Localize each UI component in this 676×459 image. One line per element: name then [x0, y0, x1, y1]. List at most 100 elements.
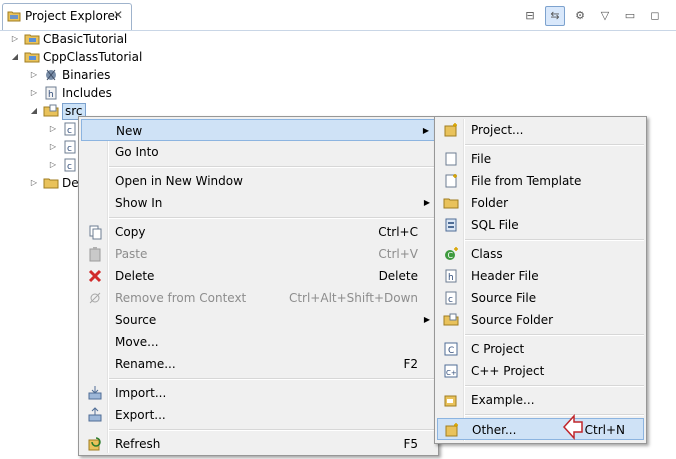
- menu-item-example[interactable]: Example...: [437, 389, 644, 411]
- sql-file-icon: [445, 218, 457, 232]
- menu-item-folder[interactable]: Folder: [437, 192, 644, 214]
- maximize-button[interactable]: ◻: [645, 6, 665, 26]
- menu-item-label: Remove from Context: [115, 291, 247, 305]
- menu-item-paste: Paste Ctrl+V: [81, 243, 436, 265]
- menu-separator: [109, 217, 436, 219]
- menu-item-label: Paste: [115, 247, 148, 261]
- c-file-icon: c: [64, 122, 76, 136]
- collapsed-twisty-icon[interactable]: ▷: [48, 120, 58, 138]
- svg-text:h: h: [448, 273, 454, 283]
- menu-item-copy[interactable]: Copy Ctrl+C: [81, 221, 436, 243]
- menu-item-label: Export...: [115, 408, 166, 422]
- menu-item-refresh[interactable]: Refresh F5: [81, 433, 436, 455]
- submenu-arrow-icon: ▶: [423, 198, 430, 207]
- menu-item-label: C Project: [471, 342, 525, 356]
- menu-item-shortcut: Ctrl+C: [378, 225, 418, 239]
- menu-item-label: New: [116, 124, 143, 138]
- collapse-all-button[interactable]: ⊟: [520, 6, 540, 26]
- expanded-twisty-icon[interactable]: ◢: [10, 48, 20, 66]
- menu-item-label: File from Template: [471, 174, 582, 188]
- menu-item-import[interactable]: Import...: [81, 382, 436, 404]
- menu-item-new[interactable]: New ▶: [81, 119, 436, 141]
- menu-item-header-file[interactable]: h Header File: [437, 265, 644, 287]
- menu-item-other[interactable]: Other... Ctrl+N: [437, 418, 644, 440]
- header-file-icon: h: [443, 268, 459, 284]
- remove-context-icon: [89, 292, 101, 304]
- menu-item-label: Class: [471, 247, 503, 261]
- class-icon: C: [445, 247, 458, 260]
- menu-item-open-in-new-window[interactable]: Open in New Window: [81, 170, 436, 192]
- export-icon: [88, 407, 102, 422]
- submenu-arrow-icon: ▶: [422, 126, 429, 135]
- example-icon: [444, 395, 457, 407]
- menu-item-label: C++ Project: [471, 364, 545, 378]
- menu-item-label: Header File: [471, 269, 539, 283]
- class-icon: C: [443, 246, 459, 262]
- close-icon[interactable]: ✕: [113, 8, 123, 22]
- menu-item-shortcut: F2: [403, 357, 418, 371]
- menu-item-project[interactable]: Project...: [437, 119, 644, 141]
- menu-item-remove-from-context: Remove from Context Ctrl+Alt+Shift+Down: [81, 287, 436, 309]
- menu-separator: [465, 334, 644, 336]
- menu-item-sql-file[interactable]: SQL File: [437, 214, 644, 236]
- svg-text:c: c: [67, 162, 72, 172]
- minimize-button[interactable]: ▭: [620, 6, 640, 26]
- c-project-icon: C: [443, 341, 459, 357]
- menu-item-show-in[interactable]: Show In ▶: [81, 192, 436, 214]
- menu-item-move[interactable]: Move...: [81, 331, 436, 353]
- project-folder-icon: [24, 34, 40, 45]
- file-icon: [443, 151, 459, 167]
- menu-item-rename[interactable]: Rename... F2: [81, 353, 436, 375]
- menu-item-label: Refresh: [115, 437, 161, 451]
- menu-item-label: Other...: [472, 423, 517, 437]
- paste-icon: [89, 247, 101, 262]
- menu-item-file-from-template[interactable]: File from Template: [437, 170, 644, 192]
- collapsed-twisty-icon[interactable]: ▷: [10, 30, 20, 48]
- folder-icon: [43, 175, 59, 196]
- menu-item-go-into[interactable]: Go Into: [81, 141, 436, 163]
- file-template-icon: [443, 173, 459, 189]
- menu-item-class[interactable]: C Class: [437, 243, 644, 265]
- collapsed-twisty-icon[interactable]: ▷: [48, 156, 58, 174]
- folder-icon: [443, 198, 459, 209]
- menu-item-label: Open in New Window: [115, 174, 243, 188]
- menu-item-delete[interactable]: Delete Delete: [81, 265, 436, 287]
- menu-item-label: Go Into: [115, 145, 159, 159]
- tab-project-explorer[interactable]: Project Explorer ✕: [2, 3, 132, 30]
- menu-separator: [109, 429, 436, 431]
- menu-item-export[interactable]: Export...: [81, 404, 436, 426]
- tree-item-label: De: [62, 176, 79, 190]
- svg-text:h: h: [48, 90, 54, 100]
- collapsed-twisty-icon[interactable]: ▷: [29, 84, 39, 102]
- import-icon: [87, 385, 103, 401]
- collapsed-twisty-icon[interactable]: ▷: [29, 174, 39, 192]
- svg-text:C: C: [448, 251, 454, 260]
- svg-text:c: c: [448, 295, 453, 305]
- menu-item-cplusplus-project[interactable]: C+ C++ Project: [437, 360, 644, 382]
- menu-item-file[interactable]: File: [437, 148, 644, 170]
- tree-item-label: CppClassTutorial: [43, 50, 143, 64]
- project-folder-icon: [24, 52, 40, 63]
- link-with-editor-button[interactable]: ⇆: [545, 6, 565, 26]
- collapsed-twisty-icon[interactable]: ▷: [29, 66, 39, 84]
- menu-item-shortcut: Ctrl+V: [378, 247, 418, 261]
- file-template-icon: [445, 174, 457, 188]
- cpp-project-icon: C+: [443, 363, 459, 379]
- svg-text:c: c: [67, 144, 72, 154]
- view-menu-button[interactable]: ▽: [595, 6, 615, 26]
- other-wizard-icon: [444, 422, 460, 438]
- menu-item-source[interactable]: Source ▶: [81, 309, 436, 331]
- c-file-icon: c: [64, 158, 76, 172]
- sql-file-icon: [443, 217, 459, 233]
- expanded-twisty-icon[interactable]: ◢: [29, 102, 39, 120]
- collapsed-twisty-icon[interactable]: ▷: [48, 138, 58, 156]
- copy-icon: [89, 225, 102, 240]
- filters-button[interactable]: ⚙: [570, 6, 590, 26]
- menu-item-source-folder[interactable]: Source Folder: [437, 309, 644, 331]
- menu-item-label: Delete: [115, 269, 155, 283]
- refresh-icon: [88, 437, 101, 451]
- new-project-icon: [443, 122, 459, 138]
- svg-text:c: c: [67, 126, 72, 136]
- menu-item-source-file[interactable]: c Source File: [437, 287, 644, 309]
- menu-item-c-project[interactable]: C C Project: [437, 338, 644, 360]
